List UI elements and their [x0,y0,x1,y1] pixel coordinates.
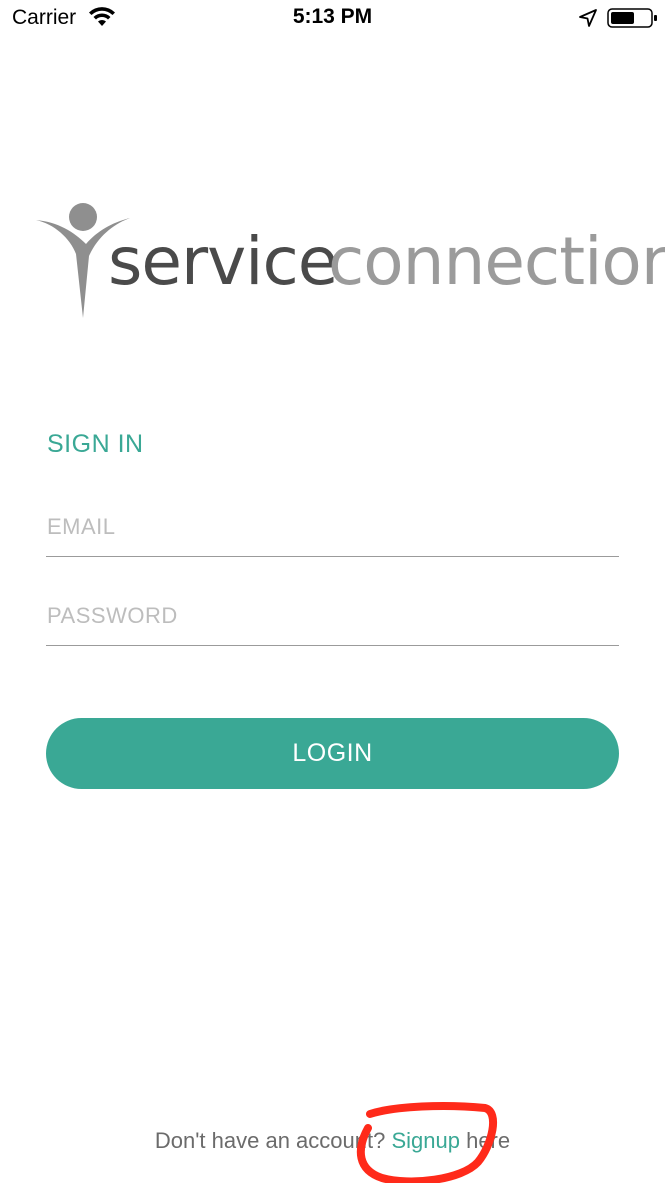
password-field[interactable] [46,586,619,646]
signup-link[interactable]: Signup [391,1128,460,1153]
signup-prompt: Don't have an account? Signup here [0,1128,665,1154]
logo-word-service: service [108,223,338,300]
clock-time: 5:13 PM [292,5,373,28]
status-bar: Carrier 5:13 PM [0,0,665,40]
sign-in-heading: SIGN IN [47,430,144,458]
email-field[interactable] [46,497,619,557]
signup-prompt-suffix: here [459,1128,511,1153]
login-button[interactable]: LOGIN [46,718,619,789]
battery-icon [607,8,657,28]
location-arrow-icon [579,9,597,27]
signup-prompt-prefix: Don't have an account? [154,1128,392,1153]
logo-word-connection: connection [328,223,665,300]
